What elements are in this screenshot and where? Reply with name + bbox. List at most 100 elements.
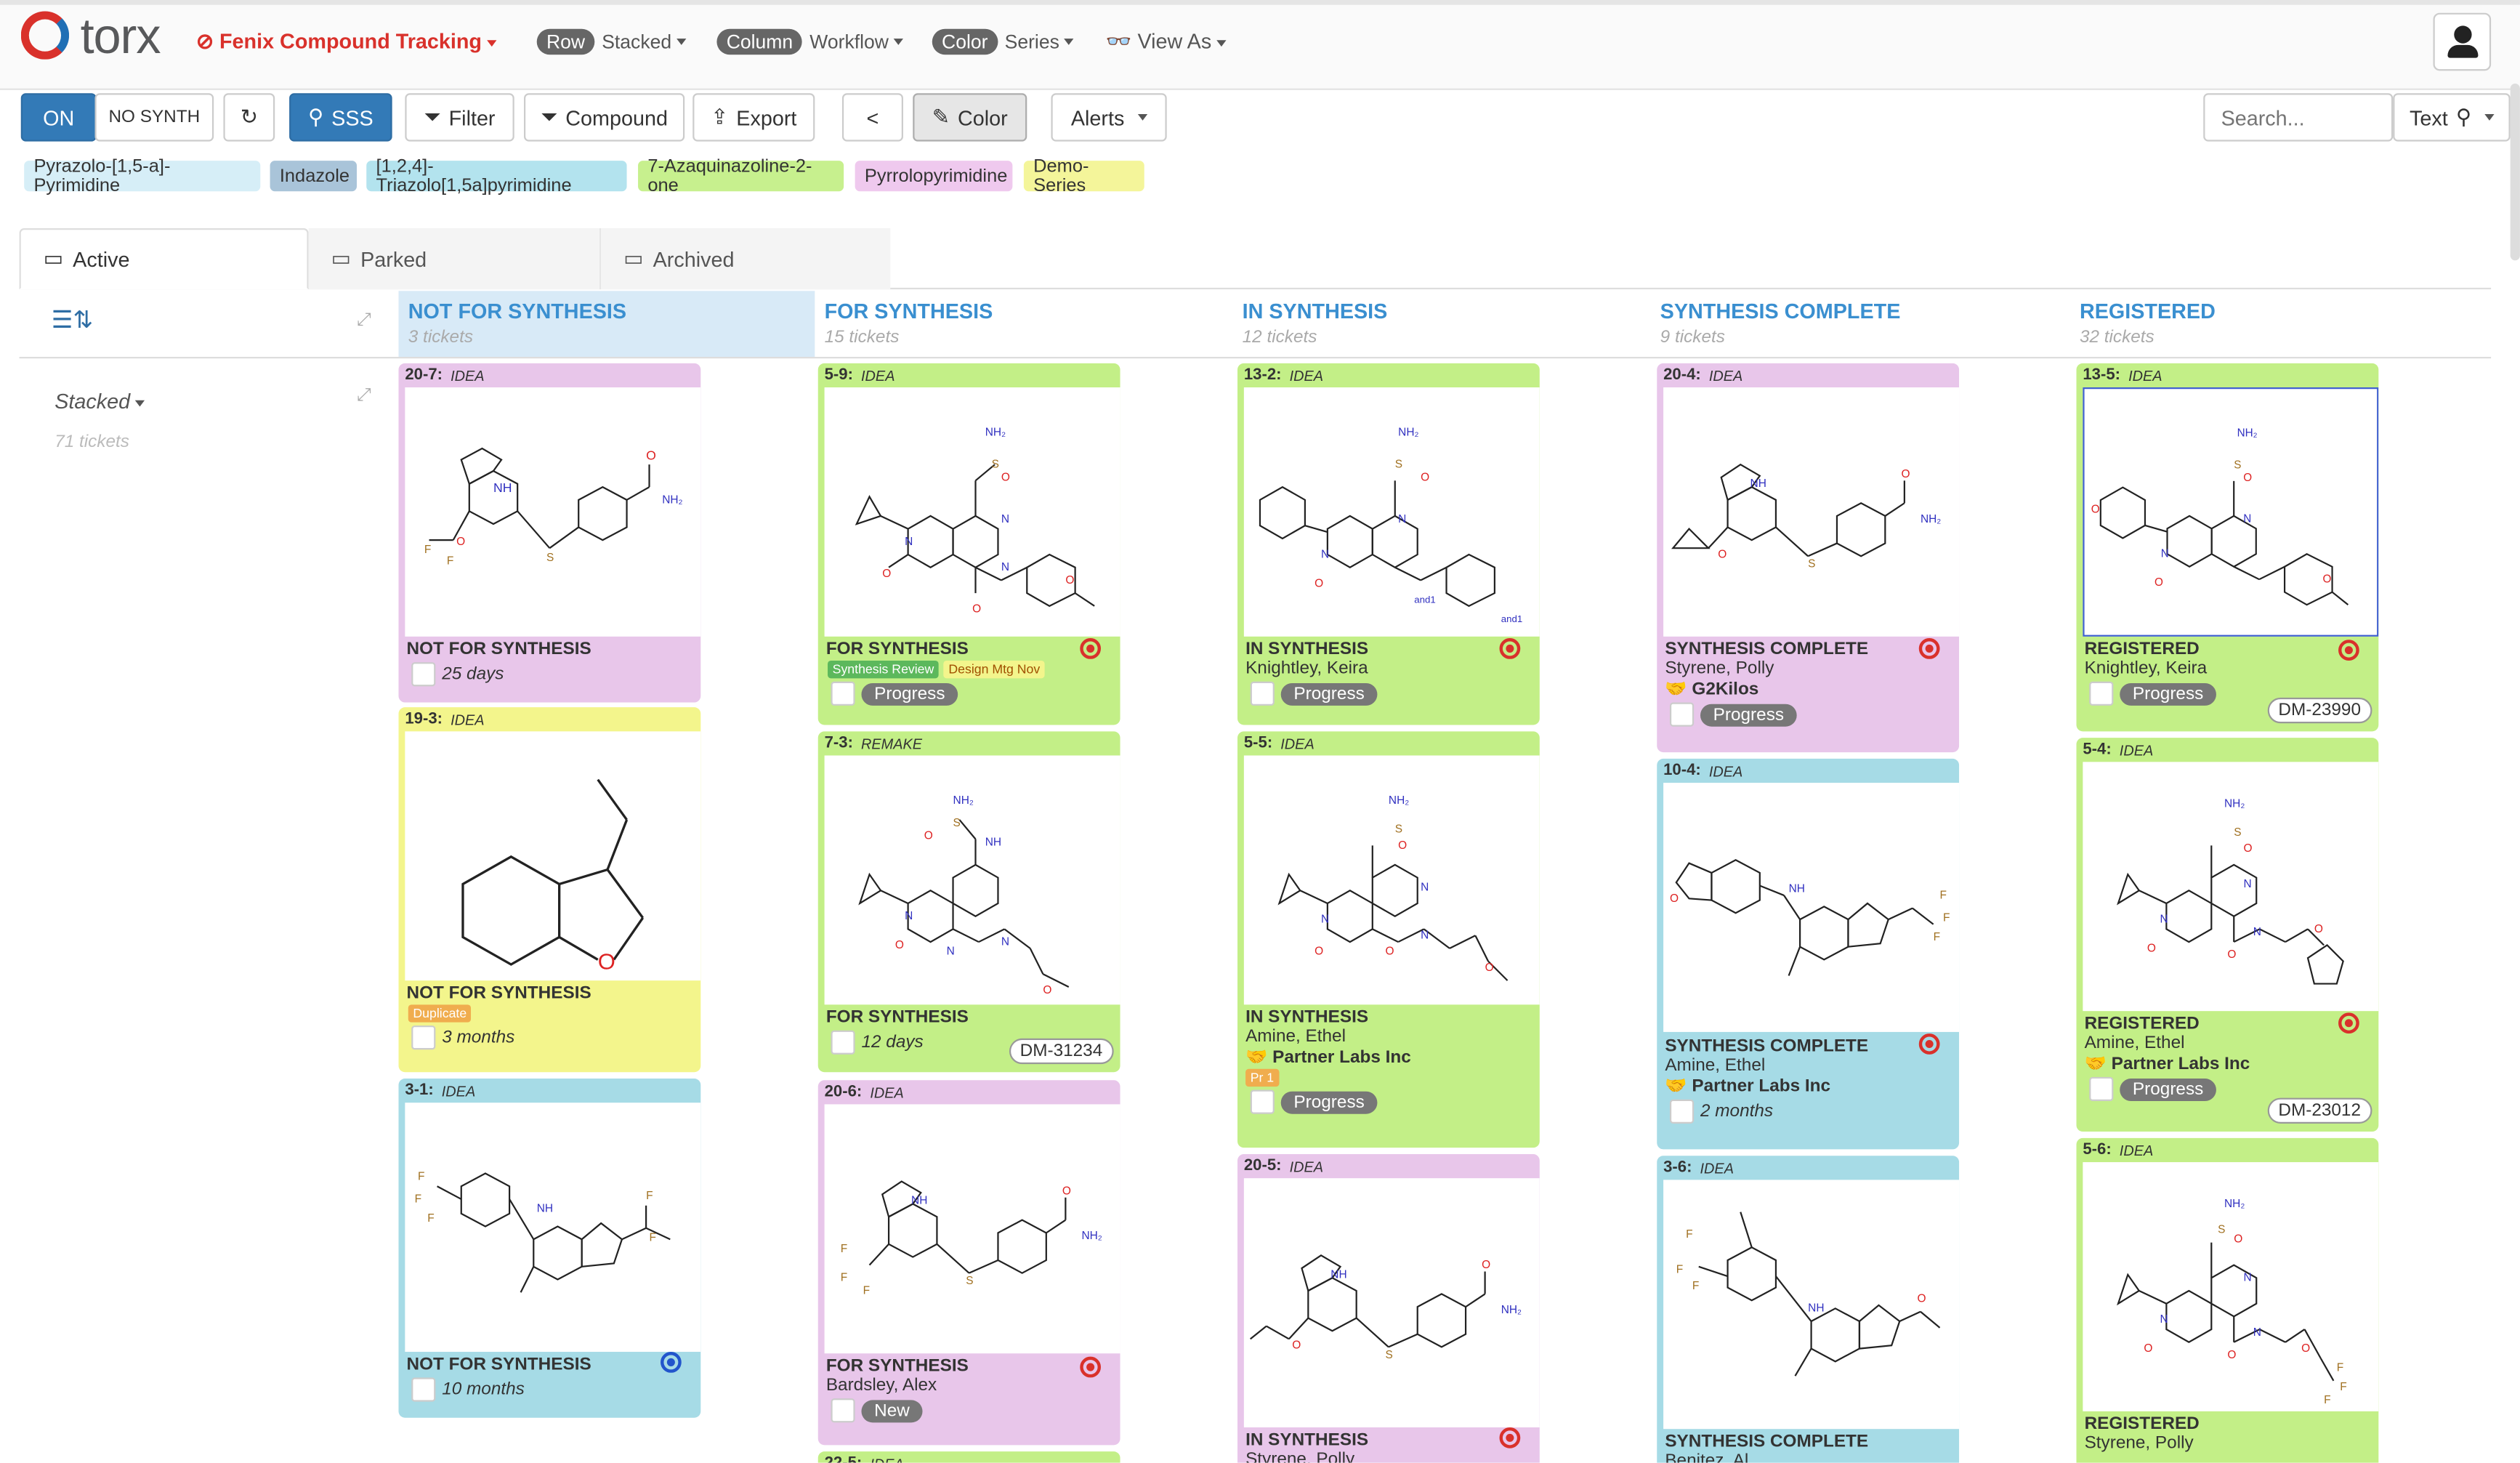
project-selector[interactable]: ⊘ Fenix Compound Tracking bbox=[196, 29, 496, 55]
series-chip[interactable]: [1,2,4]-Triazolo[1,5a]pyrimidine bbox=[366, 157, 627, 196]
ticket-checkbox[interactable] bbox=[2089, 681, 2114, 706]
dm-id-badge[interactable]: DM-23990 bbox=[2266, 697, 2372, 724]
tab-parked[interactable]: ▭ Parked bbox=[308, 228, 602, 290]
alert-up-icon[interactable] bbox=[1918, 1033, 1940, 1055]
ticket-card[interactable]: 5-6: IDEA NH₂ S O N N O O N O F F F REGISTERED Styre… bbox=[2076, 1137, 2379, 1463]
series-chip[interactable]: 7-Azaquinazoline-2-one bbox=[638, 157, 844, 196]
ticket-card[interactable]: 13-2: IDEA NH₂ S O N N Oand1 and1 IN SYNTHESIS … bbox=[1237, 363, 1540, 725]
svg-text:O: O bbox=[2243, 472, 2252, 484]
user-menu-button[interactable] bbox=[2433, 12, 2492, 71]
ticket-header: 5-6: IDEA bbox=[2077, 1138, 2379, 1162]
alert-up-icon[interactable] bbox=[2338, 640, 2359, 661]
ticket-checkbox[interactable] bbox=[831, 681, 855, 706]
ticket-card[interactable]: 20-7: IDEA NH O NH₂ F F O S NOT FOR SYNTHESIS 2… bbox=[398, 363, 701, 703]
ticket-card[interactable]: 5-9: IDEA NH₂ S O N N O O N O FOR SYNTHESIS Synth… bbox=[817, 363, 1120, 725]
progress-badge[interactable]: Progress bbox=[2120, 682, 2217, 705]
column-header-in-synthesis[interactable]: IN SYNTHESIS 12 tickets bbox=[1232, 291, 1650, 357]
ticket-card[interactable]: 5-4: IDEA NH₂ S O N N O O N O REGISTERED Amine, E… bbox=[2076, 738, 2379, 1132]
alert-up-icon[interactable] bbox=[1918, 638, 1940, 659]
filter-button[interactable]: ⏷ Filter bbox=[405, 93, 514, 142]
progress-badge[interactable]: Progress bbox=[2120, 1077, 2217, 1100]
ticket-card[interactable]: 3-1: IDEA NH F F F F F NOT FOR SYNTHESIS 10 mo… bbox=[398, 1079, 701, 1418]
ticket-checkbox[interactable] bbox=[1669, 1099, 1695, 1124]
svg-text:S: S bbox=[1395, 823, 1402, 836]
progress-badge[interactable]: Progress bbox=[1700, 703, 1797, 726]
alert-up-icon[interactable] bbox=[1499, 1427, 1521, 1448]
ticket-card[interactable]: 20-6: IDEA NH O NH₂ F F F S FOR SYNTHESIS Bards… bbox=[817, 1080, 1120, 1446]
alert-up-icon[interactable] bbox=[1080, 638, 1102, 659]
ticket-card[interactable]: 22-5: IDEA bbox=[817, 1451, 1120, 1463]
row-selector-2[interactable]: Row Stacked bbox=[536, 28, 687, 57]
ticket-checkbox[interactable] bbox=[1250, 1089, 1275, 1114]
ticket-checkbox[interactable] bbox=[2089, 1076, 2114, 1102]
column-selector[interactable]: Column Workflow bbox=[716, 28, 903, 57]
share-button[interactable]: < bbox=[841, 93, 903, 142]
no-synth-toggle-button[interactable]: NO SYNTH bbox=[94, 93, 214, 142]
structure-image: NH₂ O S NH N O N N O bbox=[824, 755, 1120, 1005]
ticket-footer: SYNTHESIS COMPLETE Benitez, Al bbox=[1663, 1429, 1959, 1463]
structure-image-selected[interactable]: NH₂ S O N N O O O bbox=[2083, 387, 2379, 637]
ticket-status: SYNTHESIS COMPLETE bbox=[1665, 1036, 1869, 1057]
alerts-dropdown[interactable]: Alerts bbox=[1051, 93, 1167, 142]
column-header-registered[interactable]: REGISTERED 32 tickets bbox=[2070, 291, 2491, 357]
series-chip[interactable]: Pyrrolopyrimidine bbox=[855, 161, 1013, 192]
torx-logo-icon[interactable] bbox=[20, 11, 70, 60]
search-input[interactable] bbox=[2203, 93, 2394, 142]
ticket-checkbox[interactable] bbox=[411, 1377, 436, 1402]
expand-icon[interactable]: ⤢ bbox=[357, 310, 371, 331]
text-search-mode-dropdown[interactable]: Text ⚲ bbox=[2393, 93, 2511, 142]
svg-text:NH₂: NH₂ bbox=[662, 493, 682, 506]
list-sort-icon[interactable]: ☰⇅ bbox=[52, 305, 94, 334]
alert-up-icon[interactable] bbox=[2338, 1012, 2359, 1034]
progress-badge[interactable]: Progress bbox=[1280, 682, 1378, 705]
on-toggle-button[interactable]: ON bbox=[20, 93, 97, 142]
ticket-card[interactable]: 20-4: IDEA NH O NH₂ O S SYNTHESIS COMPLETE St… bbox=[1657, 363, 1960, 753]
column-header-synthesis-complete[interactable]: SYNTHESIS COMPLETE 9 tickets bbox=[1650, 291, 2068, 357]
alert-down-icon[interactable] bbox=[661, 1352, 682, 1373]
ticket-checkbox[interactable] bbox=[1669, 702, 1695, 727]
alert-up-icon[interactable] bbox=[1080, 1356, 1102, 1378]
tab-archived[interactable]: ▭ Archived bbox=[601, 228, 891, 290]
ticket-card[interactable]: 5-5: IDEA NH₂ S O N N O O N O IN SYNTHESIS Amine,… bbox=[1237, 731, 1540, 1148]
series-chip[interactable]: Indazole bbox=[270, 161, 357, 192]
ticket-id: 22-5: bbox=[825, 1455, 863, 1463]
tab-active[interactable]: ▭ Active bbox=[19, 228, 309, 290]
ticket-checkbox[interactable] bbox=[831, 1398, 855, 1423]
ticket-checkbox[interactable] bbox=[411, 662, 436, 687]
dm-id-badge[interactable]: DM-31234 bbox=[1009, 1038, 1114, 1065]
compound-filter-button[interactable]: ⏷ Compound bbox=[524, 93, 685, 142]
progress-badge[interactable]: New bbox=[861, 1399, 923, 1422]
ticket-checkbox[interactable] bbox=[1250, 681, 1275, 706]
ticket-id: 20-5: bbox=[1243, 1157, 1282, 1175]
row-stack-selector[interactable]: Stacked bbox=[54, 389, 145, 413]
ticket-checkbox[interactable] bbox=[831, 1030, 855, 1055]
ticket-card[interactable]: 19-3: IDEA O NOT FOR SYNTHESIS Duplicate … bbox=[398, 707, 701, 1073]
column-header-not-for-synthesis[interactable]: NOT FOR SYNTHESIS 3 tickets bbox=[398, 291, 815, 357]
dm-id-badge[interactable]: DM-23012 bbox=[2266, 1097, 2372, 1124]
progress-badge[interactable]: Progress bbox=[861, 682, 958, 705]
color-toggle-button[interactable]: ✎ Color bbox=[913, 93, 1027, 142]
expand-icon[interactable]: ⤢ bbox=[357, 386, 371, 407]
ticket-assignee: Benitez, Al bbox=[1665, 1451, 1749, 1463]
series-chip[interactable]: Demo-Series bbox=[1023, 157, 1144, 196]
ticket-status: NOT FOR SYNTHESIS bbox=[406, 983, 591, 1004]
view-as-dropdown[interactable]: 👓 View As bbox=[1106, 29, 1227, 55]
alert-up-icon[interactable] bbox=[1499, 638, 1521, 659]
ticket-card[interactable]: 10-4: IDEA NH O F F F SYNTHESIS COMPLETE Amin… bbox=[1657, 758, 1960, 1150]
ticket-card[interactable]: 3-6: IDEA NH F F F O SYNTHESIS COMPLETE Benit… bbox=[1657, 1156, 1960, 1463]
handshake-icon: 🤝 bbox=[1665, 1076, 1687, 1097]
sss-button[interactable]: ⚲ SSS bbox=[289, 93, 392, 142]
scrollbar[interactable] bbox=[2510, 84, 2520, 261]
ticket-footer: FOR SYNTHESIS Bardsley, Alex New bbox=[825, 1353, 1120, 1445]
app-logo-text[interactable]: torx bbox=[81, 8, 161, 66]
ticket-card[interactable]: 7-3: REMAKE NH₂ O S NH N O N N O FOR SYNTHESIS 12… bbox=[817, 731, 1120, 1073]
ticket-checkbox[interactable] bbox=[411, 1025, 436, 1050]
ticket-card[interactable]: 13-5: IDEA NH₂ S O N N O O O REGISTERED Knightle… bbox=[2076, 363, 2379, 732]
color-selector[interactable]: Color Series bbox=[932, 28, 1074, 57]
ticket-card[interactable]: 20-5: IDEA NH O NH₂ O S IN SYNTHESIS Styrene,… bbox=[1237, 1154, 1540, 1463]
series-chip[interactable]: Pyrazolo-[1,5-a]-Pyrimidine bbox=[24, 157, 261, 196]
column-header-for-synthesis[interactable]: FOR SYNTHESIS 15 tickets bbox=[815, 291, 1232, 357]
refresh-button[interactable]: ↻ bbox=[223, 93, 275, 142]
progress-badge[interactable]: Progress bbox=[1280, 1090, 1378, 1113]
export-button[interactable]: ⇪ Export bbox=[692, 93, 815, 142]
